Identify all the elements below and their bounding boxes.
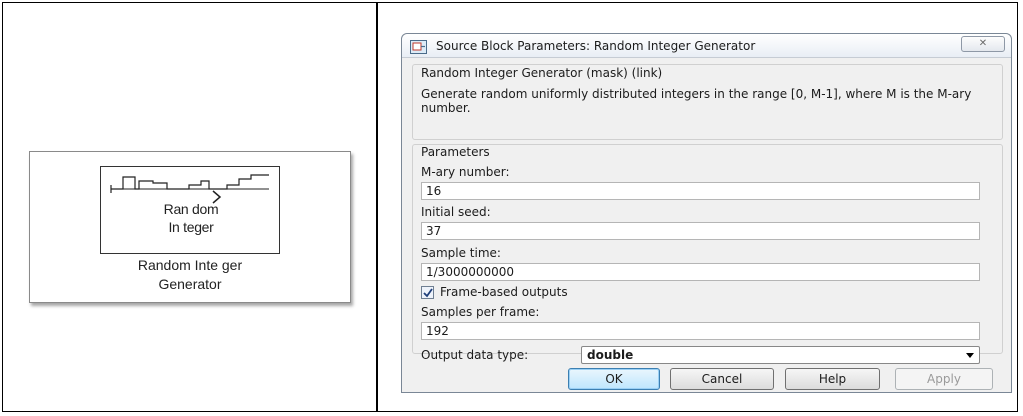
block-parameters-dialog: Source Block Parameters: Random Integer …: [401, 33, 1012, 393]
block-screenshot: Ran dom In teger Random Inte ger Generat…: [29, 151, 351, 303]
sample-time-label: Sample time:: [421, 246, 501, 260]
figure-table: Ran dom In teger Random Inte ger Generat…: [2, 2, 1018, 412]
cell-divider: [376, 3, 378, 411]
help-button[interactable]: Help: [785, 368, 880, 390]
apply-button[interactable]: Apply: [895, 368, 993, 390]
block-name-line2: Generator: [158, 276, 222, 292]
block-label-line2: In teger: [168, 219, 214, 235]
samples-per-frame-input[interactable]: 192: [421, 322, 980, 340]
simulink-block-icon: [410, 40, 427, 54]
mask-description: Generate random uniformly distributed in…: [421, 87, 972, 115]
output-data-type-label: Output data type:: [421, 348, 529, 362]
mary-number-label: M-ary number:: [421, 165, 510, 179]
dialog-titlebar[interactable]: Source Block Parameters: Random Integer …: [402, 34, 1011, 58]
checkmark-icon: [423, 288, 433, 298]
output-data-type-select[interactable]: double: [581, 346, 980, 364]
output-port-icon: [212, 190, 222, 204]
random-integer-block[interactable]: Ran dom In teger: [100, 166, 280, 254]
random-signal-icon: [110, 174, 269, 193]
close-button[interactable]: ✕: [961, 36, 1005, 52]
cancel-button[interactable]: Cancel: [670, 368, 774, 390]
mask-description-group: Random Integer Generator (mask) (link) G…: [412, 64, 1003, 140]
frame-based-checkbox[interactable]: [421, 286, 434, 299]
ok-button[interactable]: OK: [568, 368, 660, 390]
samples-per-frame-label: Samples per frame:: [421, 305, 540, 319]
initial-seed-input[interactable]: 37: [421, 222, 980, 240]
output-data-type-value: double: [587, 348, 634, 362]
chevron-down-icon: [966, 353, 974, 358]
frame-based-label: Frame-based outputs: [440, 285, 568, 299]
block-label-line1: Ran dom: [163, 201, 219, 217]
mary-number-input[interactable]: 16: [421, 182, 980, 200]
parameters-title: Parameters: [421, 145, 490, 159]
close-icon: ✕: [978, 38, 988, 49]
dialog-title: Source Block Parameters: Random Integer …: [436, 39, 756, 53]
initial-seed-label: Initial seed:: [421, 205, 491, 219]
parameters-group: Parameters M-ary number: 16 Initial seed…: [412, 144, 1003, 364]
sample-time-input[interactable]: 1/3000000000: [421, 263, 980, 281]
mask-title: Random Integer Generator (mask) (link): [421, 66, 663, 80]
block-name-line1: Random Inte ger: [137, 257, 243, 273]
